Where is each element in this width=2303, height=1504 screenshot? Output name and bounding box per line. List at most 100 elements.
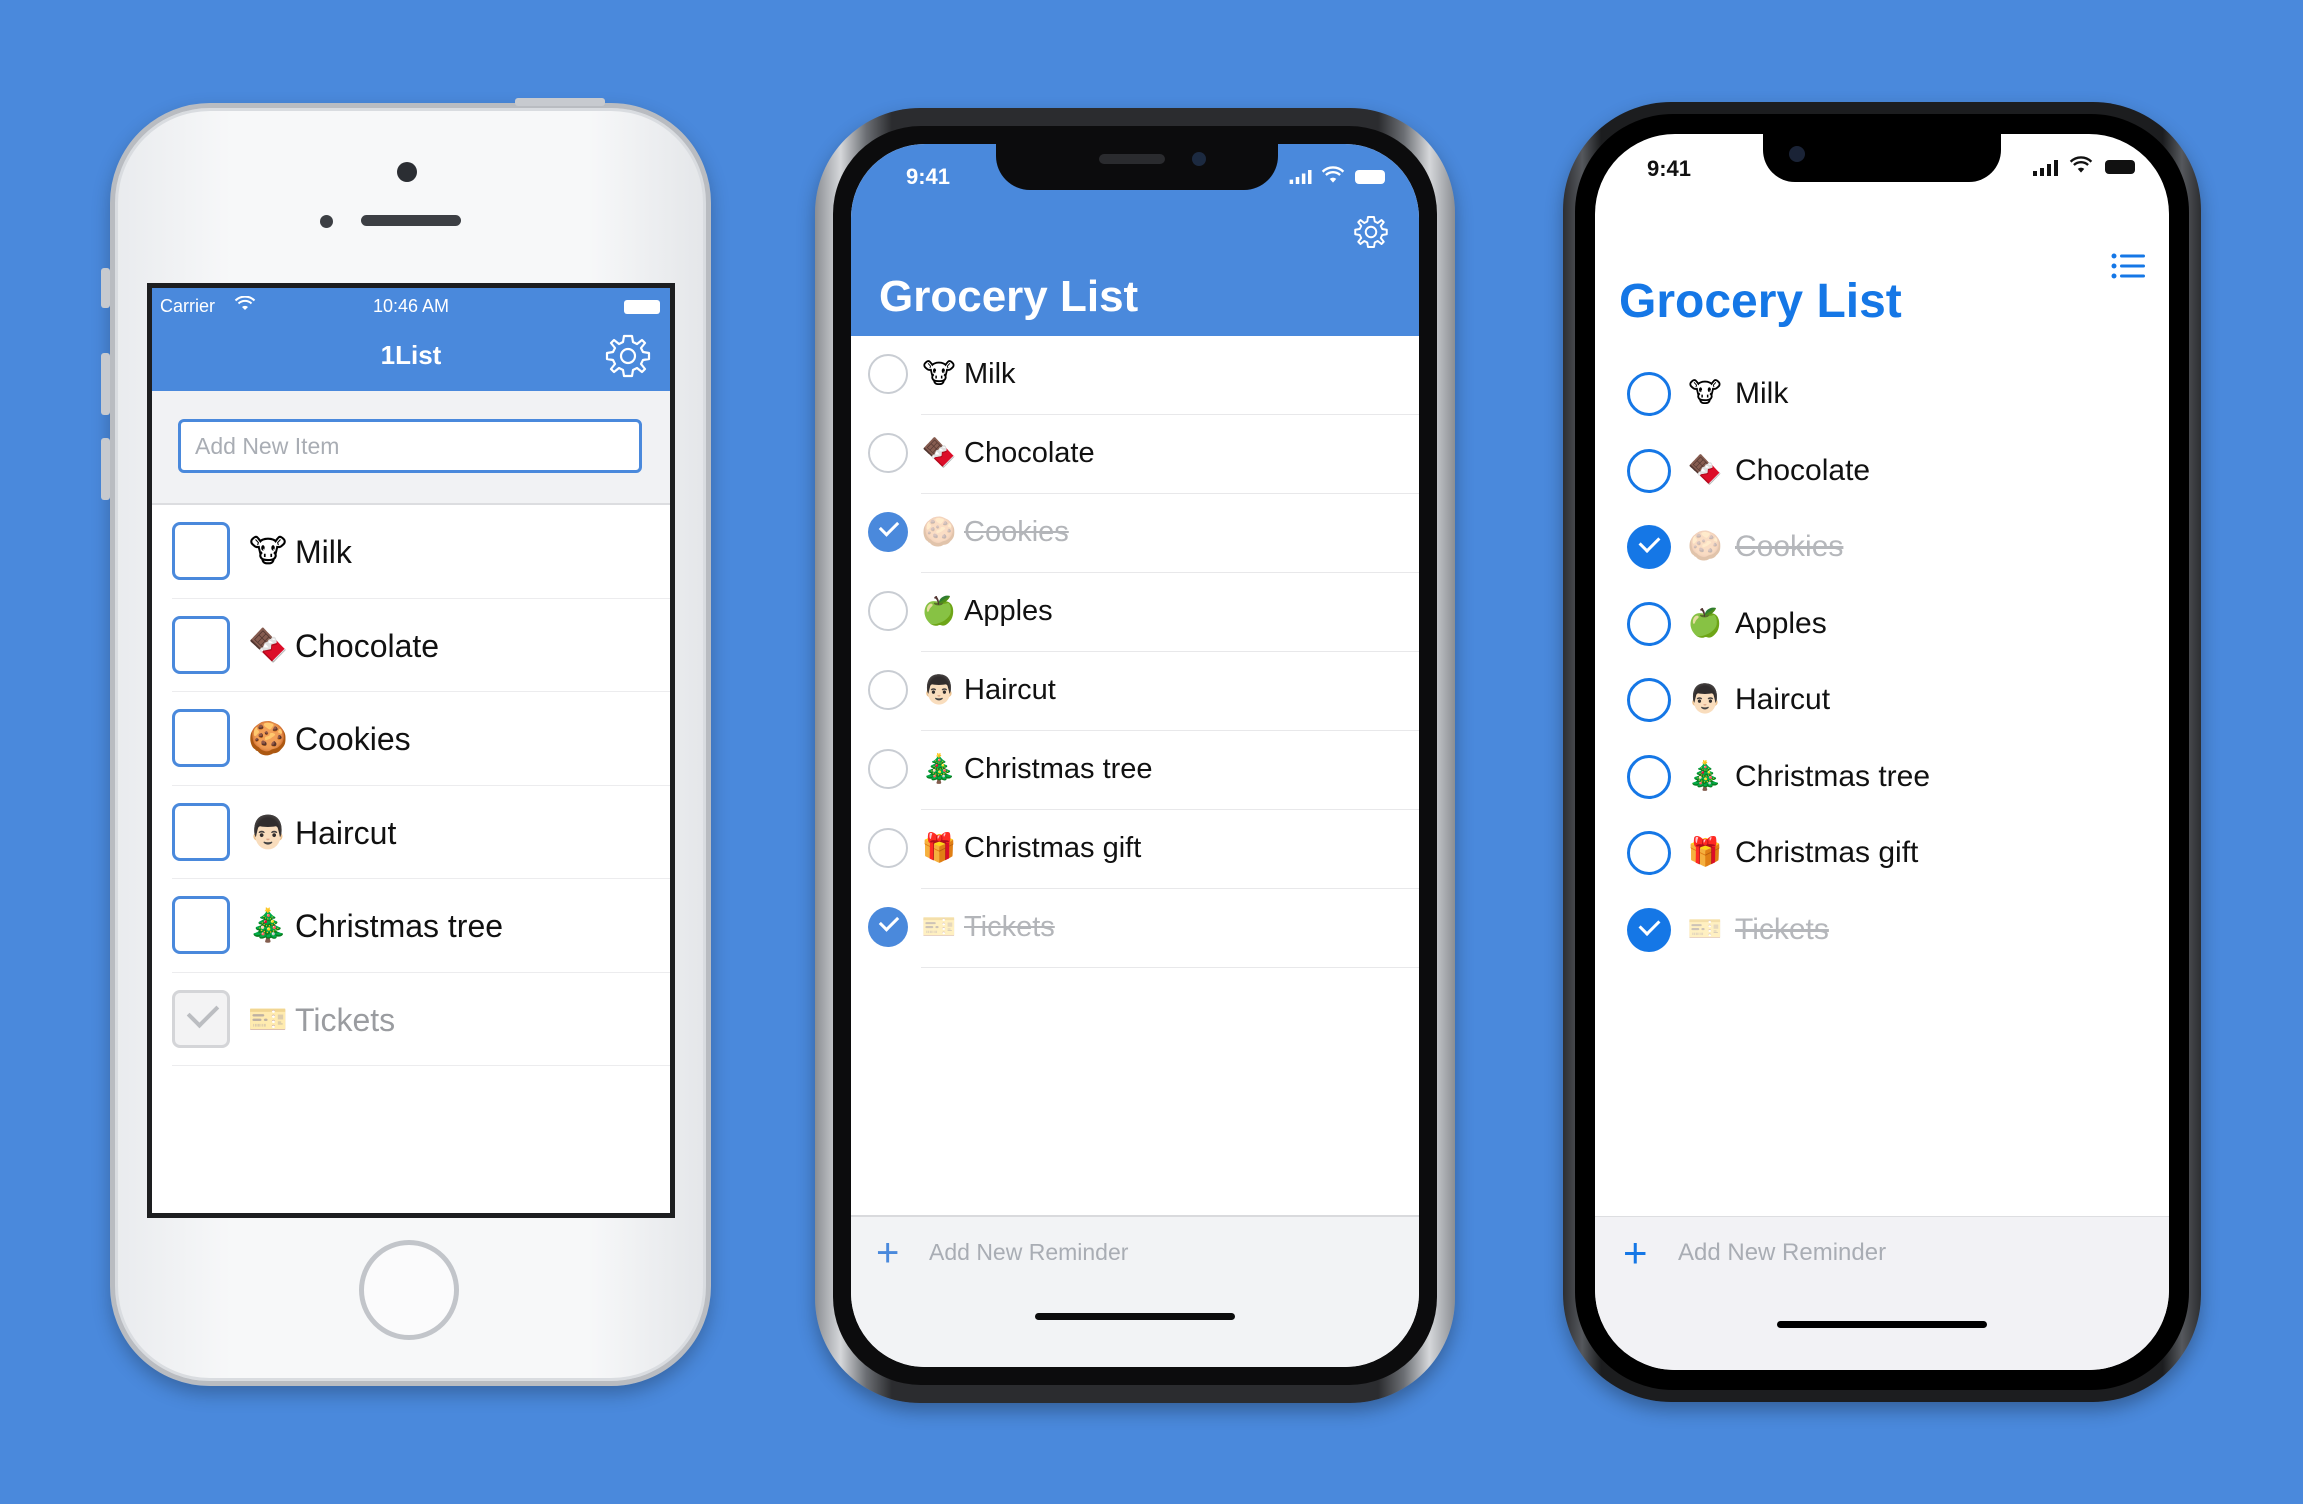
item-list: 🐮 Milk 🍫 Chocolate 🍪 Cookies 👨🏻 Haircut [152, 505, 670, 1066]
notch [1763, 134, 2001, 182]
complete-toggle[interactable] [1627, 831, 1671, 875]
phone-white-theme: 9:41 Grocery List 🐮 Milk 🍫 Chocolate 🍪 C… [1563, 102, 2201, 1402]
complete-toggle-checked[interactable] [1627, 525, 1671, 569]
item-label: Cookies [964, 516, 1069, 548]
signal-icon [2033, 160, 2058, 176]
volume-up-button [101, 353, 110, 415]
complete-toggle-checked[interactable] [868, 512, 908, 552]
status-time: 10:46 AM [372, 296, 450, 316]
item-emoji: 🐮 [249, 533, 287, 569]
list-item[interactable]: 🐮 Milk [152, 505, 670, 599]
phone2-screen: 9:41 Grocery List 🐮 Milk 🍫 Chocolate 🍪 C… [851, 144, 1419, 1367]
home-indicator[interactable] [1035, 1313, 1235, 1320]
battery-icon [2105, 160, 2135, 174]
home-button[interactable] [359, 1240, 459, 1340]
item-label: Christmas gift [964, 832, 1142, 864]
list-item[interactable]: 🐮 Milk [1595, 356, 2169, 433]
item-label: Chocolate [1735, 453, 1871, 487]
complete-toggle[interactable] [1627, 678, 1671, 722]
list-icon[interactable] [2111, 252, 2145, 280]
list-item[interactable]: 🍫 Chocolate [152, 599, 670, 693]
notch [996, 144, 1278, 190]
item-emoji: 🍫 [1687, 453, 1723, 485]
complete-toggle[interactable] [868, 670, 908, 710]
item-emoji: 🍏 [921, 595, 957, 626]
item-emoji: 🎄 [921, 753, 957, 784]
complete-toggle[interactable] [868, 749, 908, 789]
status-time: 9:41 [1647, 156, 1692, 181]
list-item[interactable]: 👨🏻 Haircut [1595, 662, 2169, 739]
list-item[interactable]: 🍏 Apples [1595, 586, 2169, 663]
item-label: Cookies [1735, 530, 1844, 563]
checkbox[interactable] [172, 709, 230, 767]
add-reminder-bar[interactable]: + Add New Reminder [1595, 1216, 2169, 1370]
item-emoji: 👨🏻 [921, 674, 957, 705]
item-label: Cookies [295, 721, 411, 757]
complete-toggle-checked[interactable] [868, 907, 908, 947]
gear-icon[interactable] [604, 332, 652, 380]
complete-toggle-checked[interactable] [1627, 907, 1671, 952]
checkbox[interactable] [172, 896, 230, 954]
item-emoji: 🍪 [248, 720, 288, 756]
complete-toggle[interactable] [1627, 448, 1671, 493]
gear-icon[interactable] [1353, 214, 1389, 250]
wifi-icon [2069, 156, 2093, 173]
list-item[interactable]: 🎄 Christmas tree [851, 731, 1419, 810]
home-indicator[interactable] [1777, 1321, 1987, 1328]
item-emoji: 🍏 [1687, 606, 1723, 638]
list-item[interactable]: 👨🏻 Haircut [152, 786, 670, 880]
item-label: Haircut [295, 814, 397, 851]
complete-toggle[interactable] [868, 828, 908, 868]
list-item[interactable]: 👨🏻 Haircut [851, 652, 1419, 731]
item-label: Chocolate [964, 437, 1095, 469]
item-emoji: 🎫 [921, 911, 957, 942]
item-label: Christmas tree [1735, 759, 1931, 793]
phone-classic: Carrier 10:46 AM 1List Add New Item � [101, 98, 711, 1386]
list-item[interactable]: 🐮 Milk [851, 336, 1419, 415]
list-item[interactable]: 🎄 Christmas tree [152, 879, 670, 973]
checkbox[interactable] [172, 802, 230, 861]
list-item-completed[interactable]: 🍪 Cookies [851, 494, 1419, 573]
list-item-completed[interactable]: 🎫 Tickets [152, 973, 670, 1067]
item-emoji: 🎁 [1687, 836, 1723, 867]
plus-icon[interactable]: + [1623, 1229, 1648, 1277]
complete-toggle[interactable] [1627, 372, 1671, 416]
list-item[interactable]: 🎁 Christmas gift [1595, 815, 2169, 892]
complete-toggle[interactable] [868, 591, 908, 631]
status-time: 9:41 [906, 164, 951, 189]
list-item[interactable]: 🍪 Cookies [152, 692, 670, 786]
signal-icon [1289, 170, 1312, 184]
add-reminder-label[interactable]: Add New Reminder [929, 1239, 1128, 1266]
list-item[interactable]: 🎁 Christmas gift [851, 810, 1419, 889]
item-emoji: 🐮 [1688, 377, 1722, 408]
page-title: Grocery List [879, 272, 1139, 321]
item-label: Christmas gift [1735, 836, 1919, 869]
plus-icon[interactable]: + [876, 1229, 899, 1277]
front-camera [1192, 152, 1206, 166]
list-item[interactable]: 🎄 Christmas tree [1595, 739, 2169, 816]
page-title: Grocery List [1619, 275, 1902, 328]
checkbox[interactable] [172, 522, 230, 580]
front-camera [1789, 146, 1805, 162]
list-item[interactable]: 🍫 Chocolate [851, 415, 1419, 494]
complete-toggle[interactable] [868, 354, 908, 394]
add-reminder-bar[interactable]: + Add New Reminder [851, 1215, 1419, 1367]
list-item[interactable]: 🍏 Apples [851, 573, 1419, 652]
front-camera [397, 162, 417, 182]
item-emoji: 🐮 [922, 358, 956, 389]
add-reminder-label[interactable]: Add New Reminder [1678, 1239, 1886, 1267]
earpiece-speaker [361, 215, 461, 226]
complete-toggle[interactable] [1627, 754, 1671, 799]
list-item-completed[interactable]: 🍪 Cookies [1595, 509, 2169, 586]
checkbox[interactable] [172, 615, 230, 674]
checkbox-checked[interactable] [172, 989, 230, 1048]
list-item-completed[interactable]: 🎫 Tickets [851, 889, 1419, 968]
list-item[interactable]: 🍫 Chocolate [1595, 433, 2169, 510]
list-item-completed[interactable]: 🎫 Tickets [1595, 892, 2169, 969]
complete-toggle[interactable] [868, 433, 908, 473]
add-item-input[interactable]: Add New Item [178, 419, 642, 473]
complete-toggle[interactable] [1627, 601, 1671, 646]
checkmark-icon [186, 995, 220, 1028]
item-label: Apples [1735, 606, 1827, 640]
add-item-area: Add New Item [152, 391, 670, 505]
